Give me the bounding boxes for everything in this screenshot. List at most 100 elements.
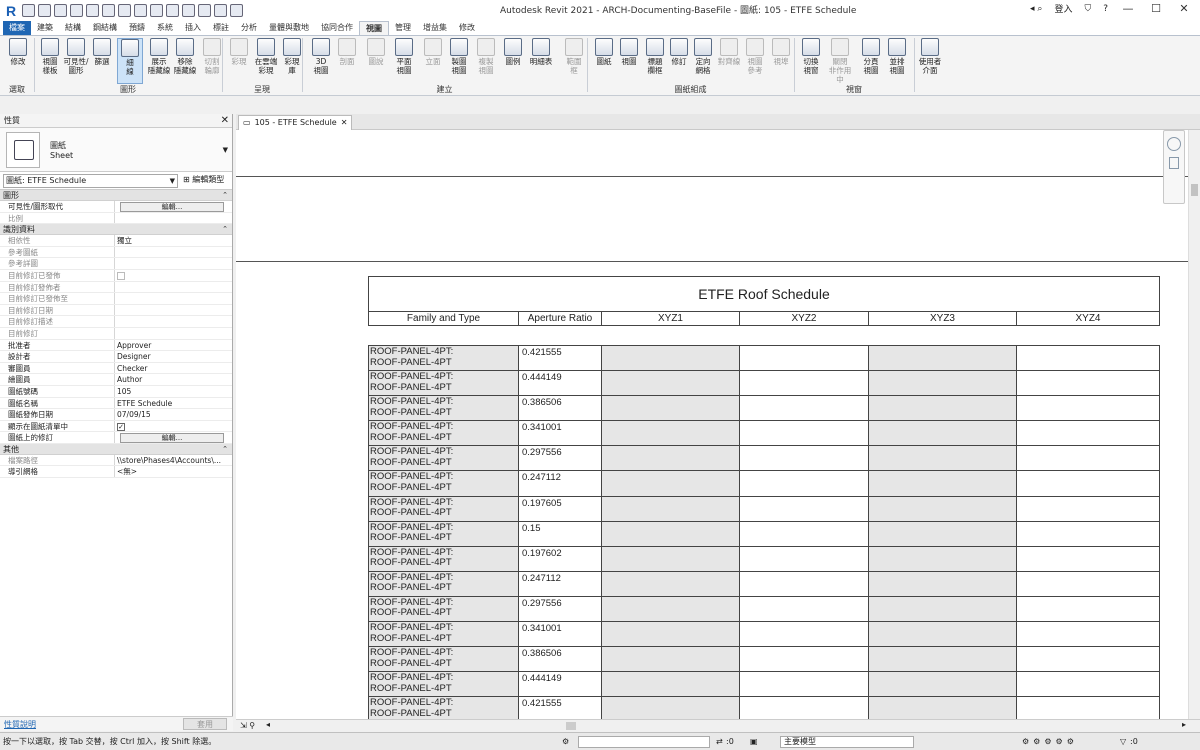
family-type-cell[interactable]: ROOF-PANEL-4PT: ROOF-PANEL-4PT [369,421,519,446]
edit-button[interactable]: 編輯... [120,433,224,443]
3d-view-icon[interactable] [198,4,211,17]
aperture-ratio-cell[interactable]: 0.421555 [519,697,602,719]
xyz-cell[interactable] [869,697,1017,719]
ribbon-button-3[interactable]: 篩選 [89,38,115,66]
xyz-cell[interactable] [869,546,1017,571]
open-icon[interactable] [38,4,51,17]
ribbon-tab-3[interactable]: 鋼結構 [87,21,123,35]
schedule-row[interactable]: ROOF-PANEL-4PT: ROOF-PANEL-4PT 0.341001 [369,421,1159,447]
ribbon-button-14[interactable]: 平面 視圖 [391,38,417,75]
xyz-cell[interactable] [869,471,1017,496]
aperture-ratio-cell[interactable]: 0.197605 [519,496,602,521]
horizontal-scroll-thumb[interactable] [566,722,576,730]
collapse-icon[interactable]: ⌃ [222,224,228,235]
schedule-row[interactable]: ROOF-PANEL-4PT: ROOF-PANEL-4PT 0.197602 [369,546,1159,572]
xyz-cell[interactable] [602,622,740,647]
steering-wheel-icon[interactable] [1167,137,1181,151]
ribbon-tab-7[interactable]: 標註 [207,21,235,35]
ribbon-button-9[interactable]: 在雲端 彩現 [253,38,279,75]
xyz-cell[interactable] [602,672,740,697]
sync-icon[interactable] [70,4,83,17]
schedule-row[interactable]: ROOF-PANEL-4PT: ROOF-PANEL-4PT 0.341001 [369,622,1159,648]
ribbon-button-19[interactable]: 明細表 [528,38,554,66]
schedule-column-header[interactable]: XYZ1 [602,312,740,325]
property-value[interactable]: Approver [115,340,232,351]
tag-icon[interactable] [166,4,179,17]
xyz-cell[interactable] [740,496,869,521]
ribbon-button-2[interactable]: 可見性/ 圖形 [63,38,89,75]
edit-type-button[interactable]: ⊞ 編輯類型 [183,174,224,185]
xyz-cell[interactable] [869,571,1017,596]
schedule-column-header[interactable]: Aperture Ratio [519,312,602,325]
aperture-ratio-cell[interactable]: 0.341001 [519,622,602,647]
schedule-column-header[interactable]: XYZ4 [1017,312,1159,325]
property-value[interactable]: 105 [115,386,232,397]
xyz-cell[interactable] [1017,547,1159,571]
aperture-ratio-cell[interactable]: 0.297556 [519,446,602,471]
xyz-cell[interactable] [602,571,740,596]
property-value[interactable]: ✓ [115,421,232,432]
schedule-column-header[interactable]: Family and Type [369,312,519,325]
family-type-cell[interactable]: ROOF-PANEL-4PT: ROOF-PANEL-4PT [369,596,519,622]
save-icon[interactable] [54,4,67,17]
xyz-cell[interactable] [869,371,1017,396]
design-options-icon[interactable]: ▣ [750,733,758,750]
schedule-table[interactable]: ETFE Roof Schedule Family and Type Apertu… [368,276,1160,719]
family-type-cell[interactable]: ROOF-PANEL-4PT: ROOF-PANEL-4PT [369,647,519,672]
ribbon-tab-0[interactable]: 檔案 [3,21,31,35]
schedule-row[interactable]: ROOF-PANEL-4PT: ROOF-PANEL-4PT 0.297556 [369,446,1159,472]
family-type-cell[interactable]: ROOF-PANEL-4PT: ROOF-PANEL-4PT [369,672,519,697]
xyz-cell[interactable] [740,421,869,446]
family-type-cell[interactable]: ROOF-PANEL-4PT: ROOF-PANEL-4PT [369,396,519,421]
aperture-ratio-cell[interactable]: 0.341001 [519,421,602,446]
schedule-row[interactable]: ROOF-PANEL-4PT: ROOF-PANEL-4PT 0.197605 [369,496,1159,522]
property-value[interactable]: Designer [115,351,232,362]
xyz-cell[interactable] [740,346,869,371]
close-button[interactable]: ✕ [1176,2,1192,15]
ribbon-button-33[interactable]: 使用者 介面 [917,38,943,75]
family-type-cell[interactable]: ROOF-PANEL-4PT: ROOF-PANEL-4PT [369,546,519,571]
drawing-canvas[interactable]: ETFE Roof Schedule Family and Type Apertu… [236,130,1188,719]
schedule-row[interactable]: ROOF-PANEL-4PT: ROOF-PANEL-4PT 0.386506 [369,396,1159,422]
property-value[interactable]: ETFE Schedule [115,398,232,409]
property-value[interactable]: <無> [115,466,232,477]
ribbon-tab-12[interactable]: 管理 [389,21,417,35]
ribbon-button-29[interactable]: 切換 視窗 [798,38,824,75]
revit-logo-icon[interactable]: R [3,3,19,19]
family-type-cell[interactable]: ROOF-PANEL-4PT: ROOF-PANEL-4PT [369,346,519,371]
vertical-scrollbar[interactable] [1188,130,1200,719]
schedule-row[interactable]: ROOF-PANEL-4PT: ROOF-PANEL-4PT 0.386506 [369,647,1159,673]
ribbon-tab-6[interactable]: 插入 [179,21,207,35]
schedule-row[interactable]: ROOF-PANEL-4PT: ROOF-PANEL-4PT 0.247112 [369,571,1159,597]
xyz-cell[interactable] [869,346,1017,371]
aperture-ratio-cell[interactable]: 0.247112 [519,471,602,496]
view-scale-icon[interactable]: ⇲ ⚲ [240,721,255,730]
text-icon[interactable] [182,4,195,17]
edit-button[interactable]: 編輯... [120,202,224,212]
xyz-cell[interactable] [602,596,740,622]
ribbon-tab-1[interactable]: 建築 [31,21,59,35]
xyz-cell[interactable] [1017,346,1159,370]
filter-icon[interactable]: ▽ [1120,733,1126,750]
xyz-cell[interactable] [602,521,740,546]
xyz-cell[interactable] [869,647,1017,672]
xyz-cell[interactable] [869,672,1017,697]
xyz-cell[interactable] [602,546,740,571]
ribbon-tab-14[interactable]: 修改 [453,21,481,35]
xyz-cell[interactable] [1017,647,1159,671]
xyz-cell[interactable] [1017,522,1159,546]
xyz-cell[interactable] [740,371,869,396]
aperture-ratio-cell[interactable]: 0.297556 [519,596,602,622]
property-value[interactable]: Author [115,374,232,385]
help-icon[interactable]: ? [1103,4,1108,14]
xyz-cell[interactable] [1017,572,1159,596]
xyz-cell[interactable] [740,622,869,647]
ribbon-button-18[interactable]: 圖例 [500,38,526,66]
aperture-ratio-cell[interactable]: 0.444149 [519,672,602,697]
scroll-left-icon[interactable]: ◂ [266,720,270,729]
schedule-row[interactable]: ROOF-PANEL-4PT: ROOF-PANEL-4PT 0.421555 [369,697,1159,719]
xyz-cell[interactable] [602,446,740,471]
xyz-cell[interactable] [1017,446,1159,470]
schedule-row[interactable]: ROOF-PANEL-4PT: ROOF-PANEL-4PT 0.247112 [369,471,1159,497]
ribbon-tab-9[interactable]: 量體與敷地 [263,21,315,35]
